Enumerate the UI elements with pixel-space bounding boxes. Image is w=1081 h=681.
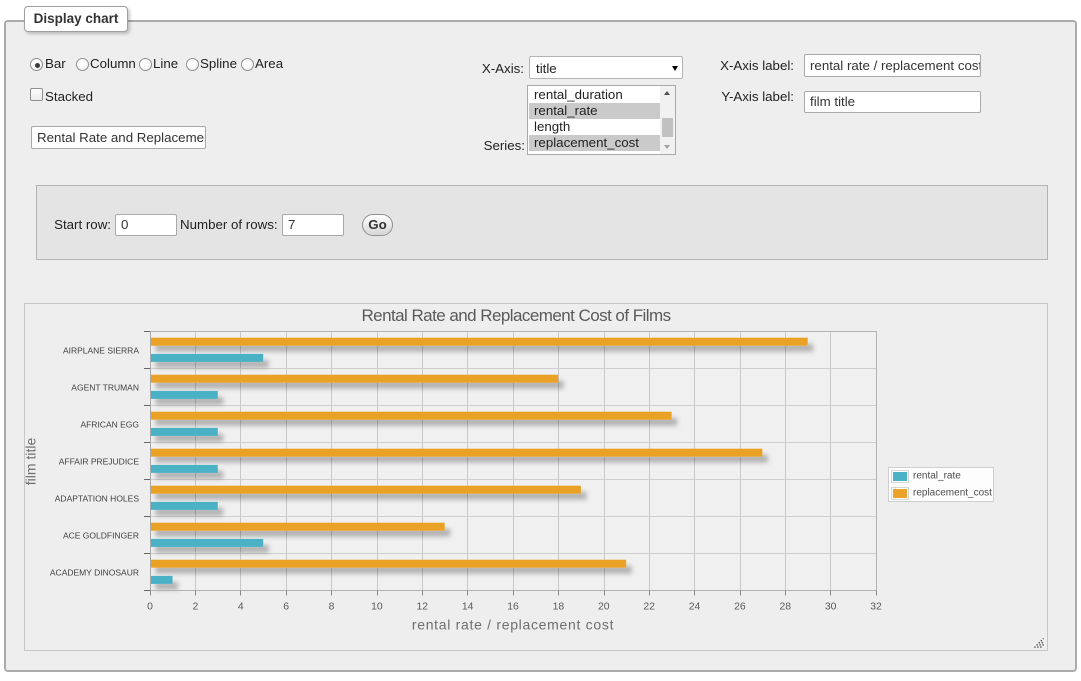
svg-text:AFRICAN EGG: AFRICAN EGG: [80, 419, 139, 429]
svg-text:16: 16: [507, 602, 519, 613]
svg-text:2: 2: [193, 602, 199, 613]
svg-text:22: 22: [643, 602, 655, 613]
svg-text:14: 14: [462, 602, 474, 613]
svg-text:6: 6: [283, 602, 289, 613]
svg-text:26: 26: [734, 602, 746, 613]
svg-text:AIRPLANE SIERRA: AIRPLANE SIERRA: [63, 345, 139, 355]
svg-text:18: 18: [553, 602, 565, 613]
svg-text:28: 28: [780, 602, 792, 613]
svg-text:AFFAIR PREJUDICE: AFFAIR PREJUDICE: [59, 456, 140, 466]
svg-text:film title: film title: [25, 438, 39, 486]
svg-text:rental rate / replacement cost: rental rate / replacement cost: [412, 617, 614, 633]
svg-text:0: 0: [147, 602, 153, 613]
svg-text:8: 8: [329, 602, 335, 613]
svg-text:12: 12: [417, 602, 429, 613]
svg-text:Rental Rate and Replacement Co: Rental Rate and Replacement Cost of Film…: [361, 306, 670, 325]
svg-text:ACADEMY DINOSAUR: ACADEMY DINOSAUR: [50, 567, 139, 577]
svg-text:10: 10: [371, 602, 383, 613]
svg-text:4: 4: [238, 602, 244, 613]
svg-text:24: 24: [689, 602, 701, 613]
svg-text:30: 30: [825, 602, 837, 613]
svg-text:AGENT TRUMAN: AGENT TRUMAN: [71, 382, 139, 392]
svg-text:32: 32: [870, 602, 882, 613]
svg-text:ADAPTATION HOLES: ADAPTATION HOLES: [55, 493, 140, 503]
svg-text:20: 20: [598, 602, 610, 613]
svg-text:replacement_cost: replacement_cost: [913, 488, 992, 499]
svg-text:ACE GOLDFINGER: ACE GOLDFINGER: [63, 530, 139, 540]
svg-text:rental_rate: rental_rate: [913, 471, 961, 482]
